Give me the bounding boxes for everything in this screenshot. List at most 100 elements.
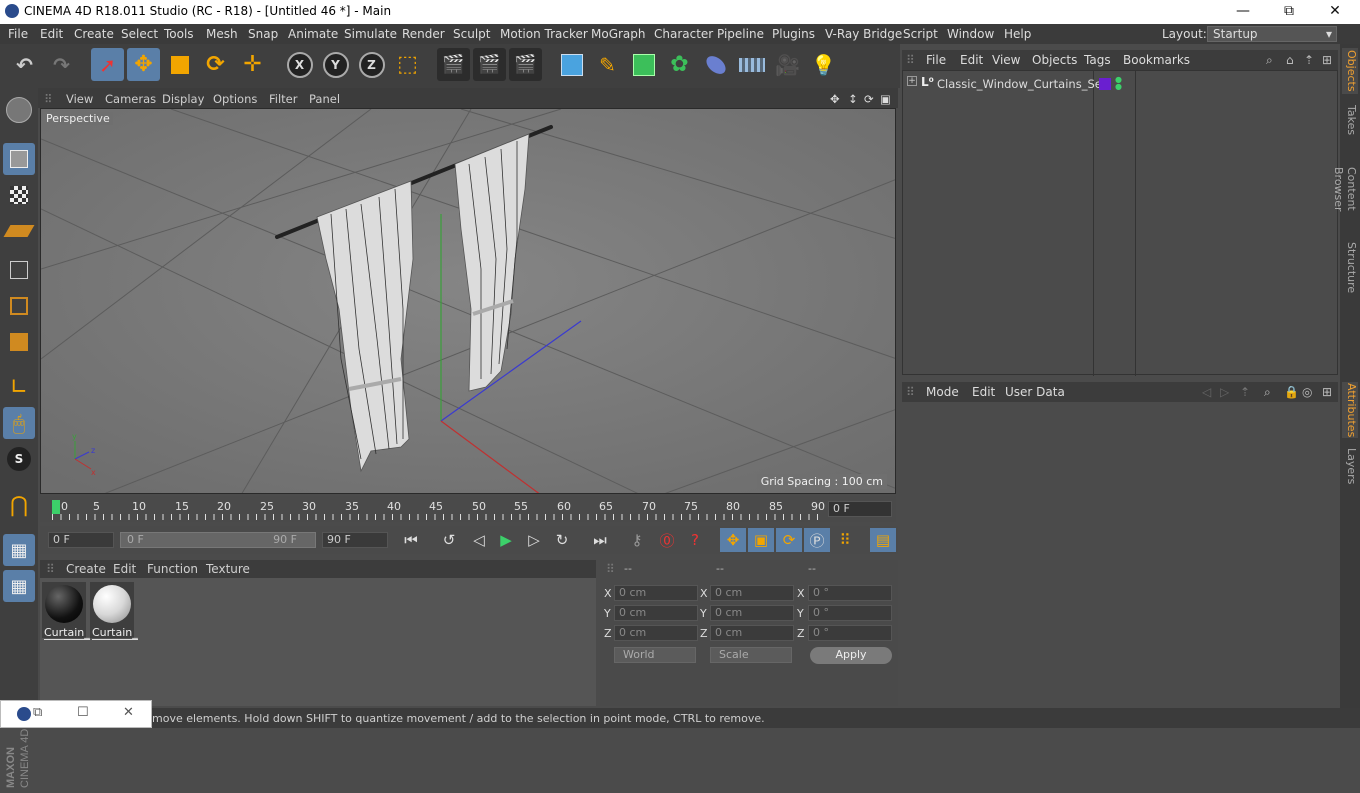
attr-menu-edit[interactable]: Edit <box>972 385 995 399</box>
motion-record-button[interactable]: ⚷ <box>624 528 650 552</box>
menu-snap[interactable]: Snap <box>248 27 278 41</box>
floor-button[interactable] <box>735 48 768 81</box>
forward-arrow-icon[interactable]: ▷ <box>1220 385 1229 399</box>
points-mode-button[interactable] <box>3 254 35 286</box>
tab-takes[interactable]: Takes <box>1342 102 1358 138</box>
make-editable-button[interactable] <box>3 94 35 126</box>
menu-sculpt[interactable]: Sculpt <box>453 27 490 41</box>
material-menu-function[interactable]: Function <box>147 562 198 576</box>
menu-select[interactable]: Select <box>121 27 158 41</box>
render-view-button[interactable]: 🎬 <box>437 48 470 81</box>
tab-structure[interactable]: Structure <box>1342 242 1358 294</box>
menu-animate[interactable]: Animate <box>288 27 338 41</box>
pan-icon[interactable]: ✥ <box>830 92 840 106</box>
menu-plugins[interactable]: Plugins <box>772 27 815 41</box>
rotation-b-field[interactable]: 0 ° <box>808 625 892 641</box>
object-name[interactable]: Classic_Window_Curtains_Set <box>937 77 1106 91</box>
planar-workplane-button[interactable]: ▦ <box>3 570 35 602</box>
start-frame-field[interactable]: 0 F <box>48 532 114 548</box>
maximize-icon[interactable]: ☐ <box>77 705 89 720</box>
recent-tool-button[interactable]: ✛ <box>236 48 269 81</box>
timeline-window-button[interactable]: ▤ <box>870 528 896 552</box>
apply-button[interactable]: Apply <box>810 647 892 664</box>
scale-mode-select[interactable]: Scale <box>710 647 792 663</box>
playhead[interactable] <box>52 500 60 514</box>
live-selection-button[interactable]: ➚ <box>91 48 124 81</box>
light-button[interactable]: 💡 <box>807 48 840 81</box>
om-menu-bookmarks[interactable]: Bookmarks <box>1123 53 1190 67</box>
workplane-mode-button[interactable] <box>3 215 35 247</box>
menu-window[interactable]: Window <box>947 27 994 41</box>
up-arrow-icon[interactable]: ⇡ <box>1240 385 1250 399</box>
record-parameter-button[interactable]: Ⓟ <box>804 528 830 552</box>
close-icon[interactable]: ✕ <box>123 705 134 720</box>
attr-menu-user-data[interactable]: User Data <box>1005 385 1065 399</box>
expand-icon[interactable]: + <box>907 76 917 86</box>
axis-mode-button[interactable]: ∟ <box>3 371 35 403</box>
om-menu-tags[interactable]: Tags <box>1084 53 1111 67</box>
render-settings-button[interactable]: 🎬 <box>509 48 542 81</box>
menu-tools[interactable]: Tools <box>164 27 194 41</box>
move-tool-button[interactable]: ✥ <box>127 48 160 81</box>
z-axis-button[interactable]: Z <box>355 48 388 81</box>
previous-key-button[interactable]: ↺ <box>436 528 462 552</box>
subdivision-button[interactable] <box>627 48 660 81</box>
menu-mograph[interactable]: MoGraph <box>591 27 646 41</box>
undo-button[interactable]: ↶ <box>8 48 41 81</box>
play-button[interactable]: ▶ <box>493 528 519 552</box>
viewport-menu-panel[interactable]: Panel <box>309 92 340 106</box>
texture-mode-button[interactable] <box>3 179 35 211</box>
next-key-button[interactable]: ↻ <box>549 528 575 552</box>
menu-simulate[interactable]: Simulate <box>344 27 397 41</box>
coordinate-mode-select[interactable]: World <box>614 647 696 663</box>
lock-workplane-button[interactable]: ▦ <box>3 534 35 566</box>
viewport-menu-cameras[interactable]: Cameras <box>105 92 156 106</box>
pen-spline-button[interactable]: ✎ <box>591 48 624 81</box>
menu-edit[interactable]: Edit <box>40 27 63 41</box>
menu-character[interactable]: Character <box>654 27 713 41</box>
orbit-icon[interactable]: ⟳ <box>864 92 874 106</box>
tweak-mode-button[interactable]: 🖱 <box>3 407 35 439</box>
model-mode-button[interactable] <box>3 143 35 175</box>
size-x-field[interactable]: 0 cm <box>710 585 794 601</box>
viewport-menu-options[interactable]: Options <box>213 92 257 106</box>
layout-dropdown[interactable]: Startup ▾ <box>1207 26 1337 42</box>
close-button[interactable]: ✕ <box>1312 0 1358 24</box>
position-z-field[interactable]: 0 cm <box>614 625 698 641</box>
3d-viewport[interactable]: y z x Perspective Grid Spacing : 100 cm <box>40 108 896 494</box>
rotation-h-field[interactable]: 0 ° <box>808 585 892 601</box>
end-frame-field[interactable]: 90 F <box>322 532 388 548</box>
y-axis-button[interactable]: Y <box>319 48 352 81</box>
menu-mesh[interactable]: Mesh <box>206 27 238 41</box>
zoom-icon[interactable]: ↕ <box>848 92 858 106</box>
menu-create[interactable]: Create <box>74 27 114 41</box>
camera-button[interactable]: 🎥 <box>771 48 804 81</box>
up-arrow-icon[interactable]: ⇡ <box>1304 53 1314 67</box>
menu-help[interactable]: Help <box>1004 27 1031 41</box>
tab-attributes[interactable]: Attributes <box>1342 382 1358 438</box>
x-axis-button[interactable]: X <box>283 48 316 81</box>
back-arrow-icon[interactable]: ◁ <box>1202 385 1211 399</box>
viewport-menu-view[interactable]: View <box>66 92 93 106</box>
material-menu-texture[interactable]: Texture <box>206 562 250 576</box>
enable-snap-button[interactable]: ⋂ <box>3 489 35 521</box>
om-menu-view[interactable]: View <box>992 53 1020 67</box>
visibility-dots-icon[interactable]: ● ● <box>1115 76 1122 91</box>
material-menu-create[interactable]: Create <box>66 562 106 576</box>
scale-tool-button[interactable] <box>163 48 196 81</box>
snapping-button[interactable]: S <box>3 443 35 475</box>
material-tag-icon[interactable] <box>1099 78 1111 90</box>
maximize-button[interactable]: ⧉ <box>1266 0 1312 24</box>
go-to-end-button[interactable]: ⏭ <box>587 528 613 552</box>
deformer-button[interactable] <box>699 48 732 81</box>
frame-range-slider[interactable]: 0 F 90 F <box>120 532 316 548</box>
om-menu-objects[interactable]: Objects <box>1032 53 1077 67</box>
menu-pipeline[interactable]: Pipeline <box>717 27 764 41</box>
timeline[interactable]: 0 5 10 15 20 25 30 35 40 45 50 55 60 65 … <box>40 496 896 522</box>
lock-icon[interactable]: 🔒 <box>1284 385 1299 399</box>
attr-menu-mode[interactable]: Mode <box>926 385 959 399</box>
target-icon[interactable]: ◎ <box>1302 385 1312 399</box>
position-x-field[interactable]: 0 cm <box>614 585 698 601</box>
viewport-menu-filter[interactable]: Filter <box>269 92 297 106</box>
search-icon[interactable]: ⌕ <box>1266 53 1273 68</box>
